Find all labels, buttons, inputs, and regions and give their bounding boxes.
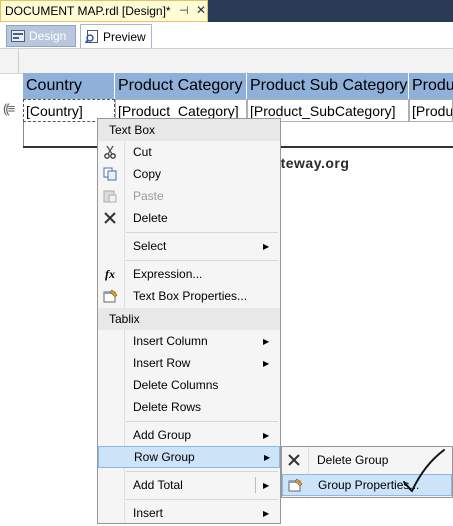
menu-item-delete-columns-label: Delete Columns <box>133 378 219 392</box>
menu-separator <box>126 260 278 261</box>
split-divider <box>255 477 256 493</box>
menu-item-row-group-label: Row Group <box>134 450 195 464</box>
menu-separator <box>126 499 278 500</box>
menu-item-paste-label: Paste <box>133 189 164 203</box>
close-icon[interactable]: ✕ <box>196 3 206 17</box>
menu-item-insert-label: Insert <box>133 506 164 520</box>
preview-icon <box>85 29 98 43</box>
document-tab-title: DOCUMENT MAP.rdl [Design]* <box>5 4 171 18</box>
data-cell-product[interactable]: [Produ <box>409 99 453 122</box>
header-cell-product[interactable]: Produ <box>409 73 453 99</box>
tab-preview[interactable]: Preview <box>80 24 152 48</box>
menu-separator <box>126 471 278 472</box>
menu-item-insert-row-label: Insert Row <box>133 356 191 370</box>
properties-icon <box>102 288 118 304</box>
submenu-arrow-icon: ▶ <box>263 508 270 518</box>
menu-item-add-group[interactable]: Add Group ▶ <box>98 424 280 446</box>
menu-item-delete[interactable]: Delete <box>98 207 280 229</box>
menu-item-paste[interactable]: Paste <box>98 185 280 207</box>
section-header-tablix: Tablix <box>98 308 280 330</box>
tab-design-label: Design <box>29 29 67 43</box>
menu-item-text-box-properties-label: Text Box Properties... <box>133 289 248 303</box>
menu-item-delete-label: Delete <box>133 211 168 225</box>
menu-item-text-box-properties[interactable]: Text Box Properties... <box>98 285 280 307</box>
menu-item-delete-rows[interactable]: Delete Rows <box>98 396 280 418</box>
delete-x-icon <box>102 210 118 226</box>
menu-item-copy-label: Copy <box>133 167 162 181</box>
menu-item-select-label: Select <box>133 239 167 253</box>
submenu-arrow-icon: ▶ <box>263 430 270 440</box>
menu-item-delete-rows-label: Delete Rows <box>133 400 202 414</box>
submenu-arrow-icon: ▶ <box>263 358 270 368</box>
menu-item-expression-label: Expression... <box>133 267 203 281</box>
row-group-indicator[interactable]: ((≡ <box>3 101 21 120</box>
menu-separator <box>126 232 278 233</box>
menu-item-insert-column[interactable]: Insert Column ▶ <box>98 330 280 352</box>
tab-design[interactable]: Design <box>6 25 76 47</box>
menu-item-insert[interactable]: Insert ▶ <box>98 502 280 524</box>
menu-item-add-total[interactable]: Add Total ▶ <box>98 474 280 496</box>
menu-item-add-group-label: Add Group <box>133 428 192 442</box>
menu-item-insert-column-label: Insert Column <box>133 334 208 348</box>
menu-item-expression[interactable]: fx Expression... <box>98 263 280 285</box>
submenu-arrow-icon: ▶ <box>263 336 270 346</box>
section-header-text-box: Text Box <box>98 119 280 141</box>
menu-item-cut-label: Cut <box>133 145 152 159</box>
context-menu: Text Box Cut Copy Paste Delete Select ▶ … <box>97 118 281 524</box>
menu-item-row-group[interactable]: Row Group ▶ <box>98 446 280 468</box>
delete-x-icon <box>286 452 302 468</box>
tab-preview-label: Preview <box>103 29 146 44</box>
checkmark-annotation-icon <box>403 449 445 493</box>
pin-icon[interactable]: ⊣ <box>179 4 189 17</box>
design-icon <box>11 30 25 42</box>
scissors-icon <box>102 144 118 160</box>
menu-separator <box>126 421 278 422</box>
menu-item-add-total-label: Add Total <box>133 478 183 492</box>
menu-item-insert-row[interactable]: Insert Row ▶ <box>98 352 280 374</box>
copy-icon <box>102 166 118 182</box>
paste-icon <box>102 188 118 204</box>
submenu-arrow-icon: ▶ <box>263 480 270 490</box>
fx-icon: fx <box>105 266 115 281</box>
properties-icon <box>287 477 303 493</box>
menu-item-select[interactable]: Select ▶ <box>98 235 280 257</box>
tablix-column-handles[interactable] <box>0 49 453 74</box>
header-cell-product-sub-category[interactable]: Product Sub Category <box>247 73 409 99</box>
header-cell-product-category[interactable]: Product Category <box>115 73 247 99</box>
submenu-arrow-icon: ▶ <box>264 452 271 462</box>
header-cell-country[interactable]: Country <box>23 73 115 99</box>
menu-item-delete-columns[interactable]: Delete Columns <box>98 374 280 396</box>
ruler-divider <box>18 49 19 73</box>
menu-item-cut[interactable]: Cut <box>98 141 280 163</box>
document-tab[interactable]: DOCUMENT MAP.rdl [Design]* ⊣ ✕ <box>0 0 208 22</box>
menu-item-delete-group-label: Delete Group <box>317 453 389 467</box>
submenu-arrow-icon: ▶ <box>263 241 270 251</box>
menu-item-copy[interactable]: Copy <box>98 163 280 185</box>
